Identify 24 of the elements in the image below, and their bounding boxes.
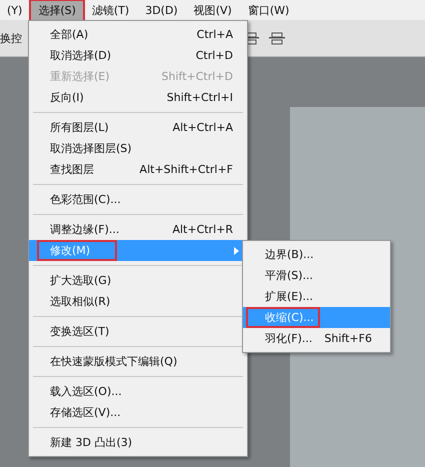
menu-item[interactable]: 查找图层 Alt+Shift+Ctrl+F bbox=[29, 159, 247, 180]
menu-item[interactable]: 载入选区(O)... bbox=[29, 381, 247, 402]
menu-item[interactable]: 新建 3D 凸出(3) bbox=[29, 432, 247, 453]
menu-item[interactable]: 取消选择(D) Ctrl+D bbox=[29, 45, 247, 66]
menu-title[interactable]: 视图(V) bbox=[186, 0, 239, 20]
align-icon[interactable] bbox=[268, 30, 286, 46]
menu-title[interactable]: 选择(S) bbox=[31, 0, 83, 20]
submenu-arrow-icon bbox=[234, 246, 239, 254]
menu-title[interactable]: (Y) bbox=[0, 2, 30, 18]
menu-item[interactable]: 存储选区(V)... bbox=[29, 402, 247, 423]
menu-item[interactable]: 扩展(E)... bbox=[243, 286, 390, 307]
menu-item[interactable]: 全部(A) Ctrl+A bbox=[29, 24, 247, 45]
menu-title[interactable]: 滤镜(T) bbox=[84, 0, 136, 20]
menu-item[interactable]: 色彩范围(C)... bbox=[29, 189, 247, 210]
menu-item[interactable]: 反向(I) Shift+Ctrl+I bbox=[29, 87, 247, 108]
menu-item[interactable]: 所有图层(L) Alt+Ctrl+A bbox=[29, 117, 247, 138]
menu-item[interactable]: 在快速蒙版模式下编辑(Q) bbox=[29, 351, 247, 372]
menu-item[interactable]: 羽化(F)... Shift+F6 bbox=[243, 328, 390, 349]
menu-item[interactable]: 调整边缘(F)... Alt+Ctrl+R bbox=[29, 219, 247, 240]
menu-item[interactable]: 平滑(S)... bbox=[243, 265, 390, 286]
options-label: 换控 bbox=[0, 30, 22, 46]
menu-item[interactable]: 取消选择图层(S) bbox=[29, 138, 247, 159]
menu-title[interactable]: 窗口(W) bbox=[240, 0, 296, 20]
menu-title[interactable]: 3D(D) bbox=[138, 2, 185, 18]
